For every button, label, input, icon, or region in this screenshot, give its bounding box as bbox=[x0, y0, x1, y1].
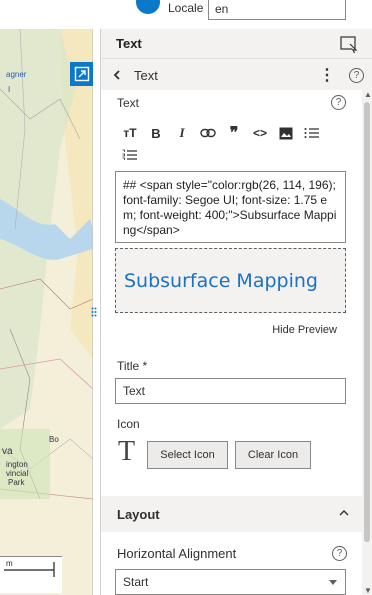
link-icon[interactable] bbox=[195, 123, 221, 143]
text-label: Text bbox=[117, 96, 140, 110]
layout-section-header[interactable]: Layout bbox=[101, 496, 363, 532]
text-help-icon[interactable]: ? bbox=[331, 95, 346, 110]
clear-icon-button[interactable]: Clear Icon bbox=[235, 441, 311, 469]
scroll-thumb[interactable] bbox=[364, 102, 370, 542]
horizontal-alignment-label: Horizontal Alignment bbox=[117, 546, 237, 561]
locale-label: Locale bbox=[168, 1, 204, 15]
chevron-down-icon bbox=[329, 580, 337, 585]
expand-map-button[interactable] bbox=[70, 62, 93, 86]
top-toolbar-fragment: Locale en bbox=[100, 0, 372, 29]
expand-icon bbox=[74, 66, 89, 82]
panel-content: Text ? ᴛT B I ❞ <> ## <span style="color… bbox=[101, 90, 363, 595]
text-section: Text ? ᴛT B I ❞ <> ## <span style="color… bbox=[101, 90, 363, 525]
bold-icon[interactable]: B bbox=[143, 123, 169, 143]
map-label: Park bbox=[8, 478, 25, 487]
chevron-left-icon bbox=[113, 70, 120, 80]
panel-header: Text bbox=[101, 29, 372, 59]
chevron-up-icon bbox=[339, 510, 349, 516]
map-label: Bo bbox=[49, 435, 59, 444]
select-icon-button[interactable]: Select Icon bbox=[147, 441, 228, 469]
search-icon[interactable] bbox=[136, 0, 160, 14]
panel-title: Text bbox=[116, 36, 142, 51]
layout-section: Horizontal Alignment ? Start bbox=[101, 532, 363, 595]
map-label: ington bbox=[6, 460, 28, 469]
numbered-list-icon[interactable] bbox=[117, 145, 143, 165]
locale-input[interactable]: en bbox=[208, 0, 346, 20]
select-widget-icon[interactable] bbox=[339, 34, 359, 54]
title-input[interactable]: Text bbox=[115, 378, 346, 404]
scroll-up-icon[interactable]: ▲ bbox=[364, 90, 372, 99]
hide-preview-link[interactable]: Hide Preview bbox=[272, 324, 337, 336]
preview-text: Subsurface Mapping bbox=[124, 269, 318, 292]
bullet-list-icon[interactable] bbox=[299, 123, 325, 143]
text-preview: Subsurface Mapping bbox=[115, 248, 346, 313]
image-icon[interactable] bbox=[273, 123, 299, 143]
scroll-down-icon[interactable]: ▼ bbox=[364, 586, 372, 595]
settings-panel: Text Text ⋮ ? Text ? ᴛT B I ❞ <> ## <spa… bbox=[100, 29, 372, 595]
map-label: vincial bbox=[6, 469, 29, 478]
drag-handle-icon bbox=[91, 307, 97, 317]
map-label: I bbox=[8, 85, 11, 94]
sub-header: Text ⋮ ? bbox=[101, 60, 372, 90]
scale-bar: m bbox=[0, 556, 62, 593]
icon-label: Icon bbox=[117, 417, 140, 431]
map-view[interactable]: agner I Bo va ington vincial Park m bbox=[0, 29, 93, 595]
text-icon-preview: T bbox=[118, 436, 136, 467]
panel-splitter-handle[interactable] bbox=[89, 303, 99, 321]
map-label: va bbox=[2, 446, 13, 457]
rich-text-toolbar: ᴛT B I ❞ <> bbox=[117, 123, 325, 143]
more-options-icon[interactable]: ⋮ bbox=[319, 65, 335, 85]
markdown-editor[interactable]: ## <span style="color:rgb(26, 114, 196);… bbox=[115, 171, 346, 243]
scale-line bbox=[4, 562, 55, 577]
help-icon[interactable]: ? bbox=[349, 68, 364, 83]
alignment-help-icon[interactable]: ? bbox=[332, 546, 347, 561]
code-icon[interactable]: <> bbox=[247, 123, 273, 143]
horizontal-alignment-select[interactable]: Start bbox=[115, 569, 346, 595]
quote-icon[interactable]: ❞ bbox=[221, 123, 247, 143]
panel-scrollbar[interactable]: ▲ ▼ bbox=[362, 90, 372, 595]
sub-header-title: Text bbox=[134, 67, 158, 83]
back-button[interactable] bbox=[106, 60, 128, 90]
title-label: Title * bbox=[117, 359, 148, 373]
map-label: agner bbox=[6, 70, 27, 79]
map-background bbox=[0, 29, 93, 595]
alignment-value: Start bbox=[123, 575, 149, 589]
font-size-icon[interactable]: ᴛT bbox=[117, 123, 143, 143]
layout-title: Layout bbox=[117, 506, 160, 522]
italic-icon[interactable]: I bbox=[169, 123, 195, 143]
